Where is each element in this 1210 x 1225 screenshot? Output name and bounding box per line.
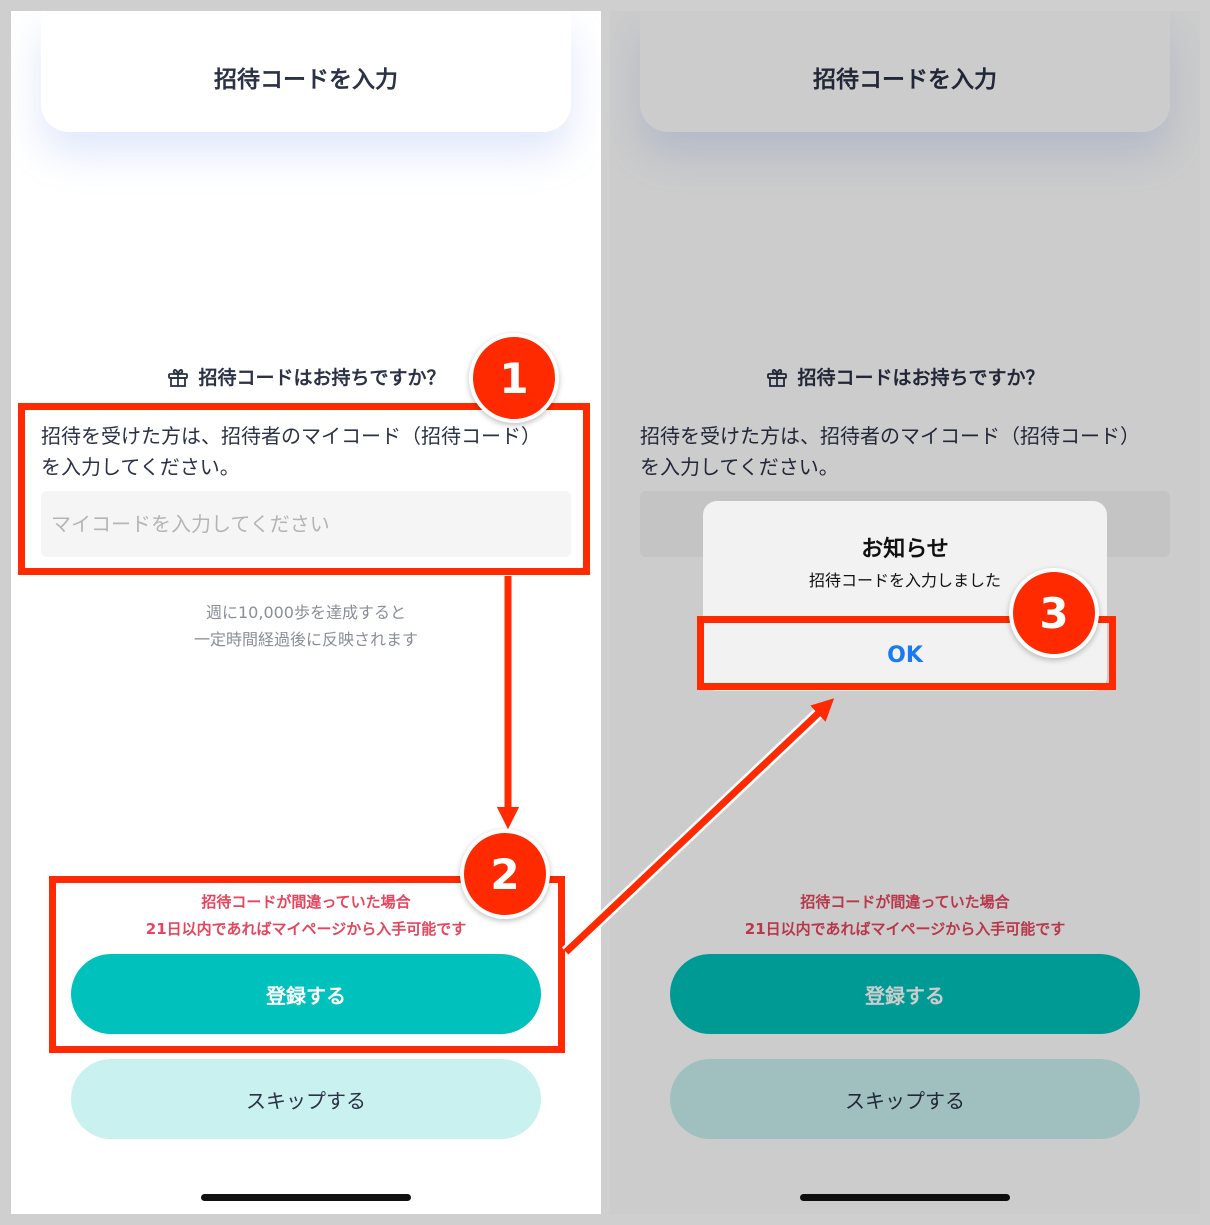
step-badge-2: 2 [460, 829, 550, 919]
step-badge-1: 1 [469, 333, 559, 423]
arrow-step2-to-step3 [563, 698, 835, 955]
badge-number: 2 [490, 849, 520, 899]
badge-number: 1 [499, 353, 529, 403]
badge-number: 3 [1039, 588, 1069, 638]
step-badge-3: 3 [1009, 568, 1099, 658]
